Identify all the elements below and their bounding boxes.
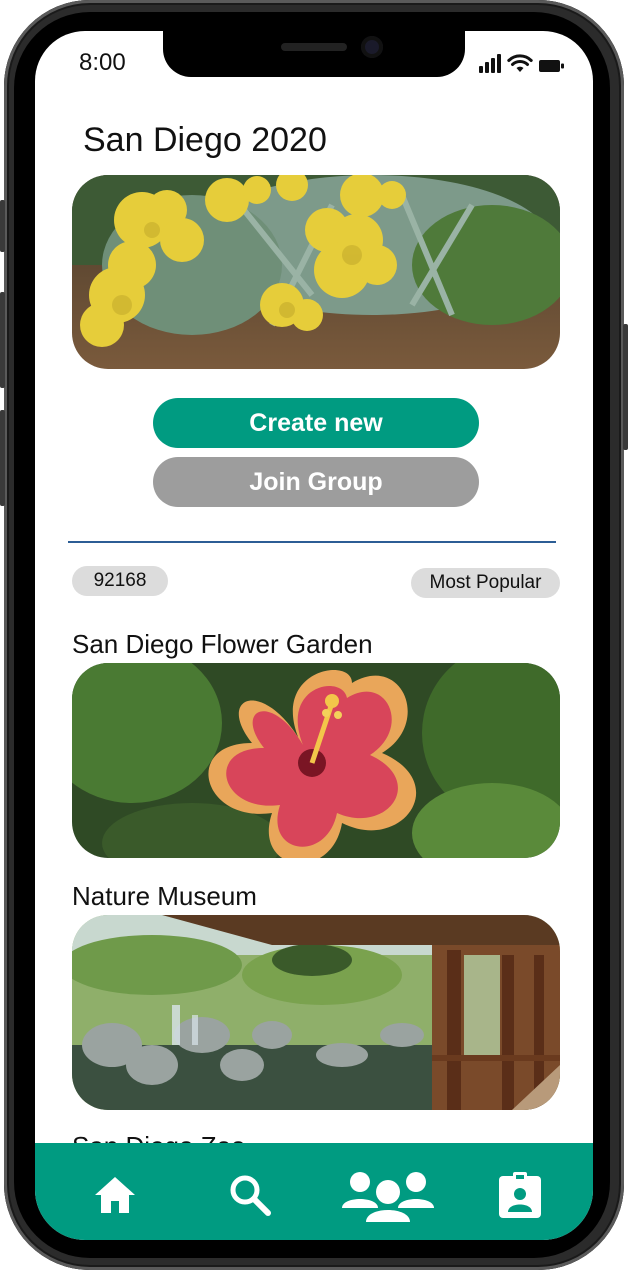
bottom-nav xyxy=(35,1143,593,1240)
home-icon xyxy=(95,1177,135,1213)
power-button xyxy=(623,324,628,450)
place-title[interactable]: Nature Museum xyxy=(72,881,257,912)
section-divider xyxy=(68,541,556,543)
create-new-button[interactable]: Create new xyxy=(153,398,479,448)
profile-badge-icon xyxy=(499,1172,541,1218)
battery-icon xyxy=(539,60,564,72)
nav-home[interactable] xyxy=(85,1165,145,1225)
nav-groups[interactable] xyxy=(338,1165,438,1225)
nav-profile[interactable] xyxy=(490,1165,550,1225)
screen: 8:00 San Diego 2020 Create new Join Grou… xyxy=(35,31,593,1240)
status-time: 8:00 xyxy=(79,49,126,76)
group-icon xyxy=(342,1172,434,1222)
sort-chip[interactable]: Most Popular xyxy=(411,568,560,598)
place-image-flower-garden[interactable] xyxy=(72,663,560,858)
volume-down-button xyxy=(0,410,5,506)
zip-code-chip[interactable]: 92168 xyxy=(72,566,168,596)
hero-image xyxy=(72,175,560,369)
wifi-icon xyxy=(507,54,533,72)
status-icons xyxy=(479,49,565,73)
volume-up-button xyxy=(0,292,5,388)
search-icon xyxy=(230,1175,271,1216)
join-group-button[interactable]: Join Group xyxy=(153,457,479,507)
place-image-nature-museum[interactable] xyxy=(72,915,560,1110)
mute-switch xyxy=(0,200,5,252)
cellular-signal-icon xyxy=(479,53,501,73)
page-title: San Diego 2020 xyxy=(83,121,327,159)
notch xyxy=(163,31,465,77)
front-camera xyxy=(361,36,383,58)
place-title[interactable]: San Diego Flower Garden xyxy=(72,629,373,660)
nav-search[interactable] xyxy=(220,1165,280,1225)
earpiece-speaker xyxy=(281,43,347,51)
